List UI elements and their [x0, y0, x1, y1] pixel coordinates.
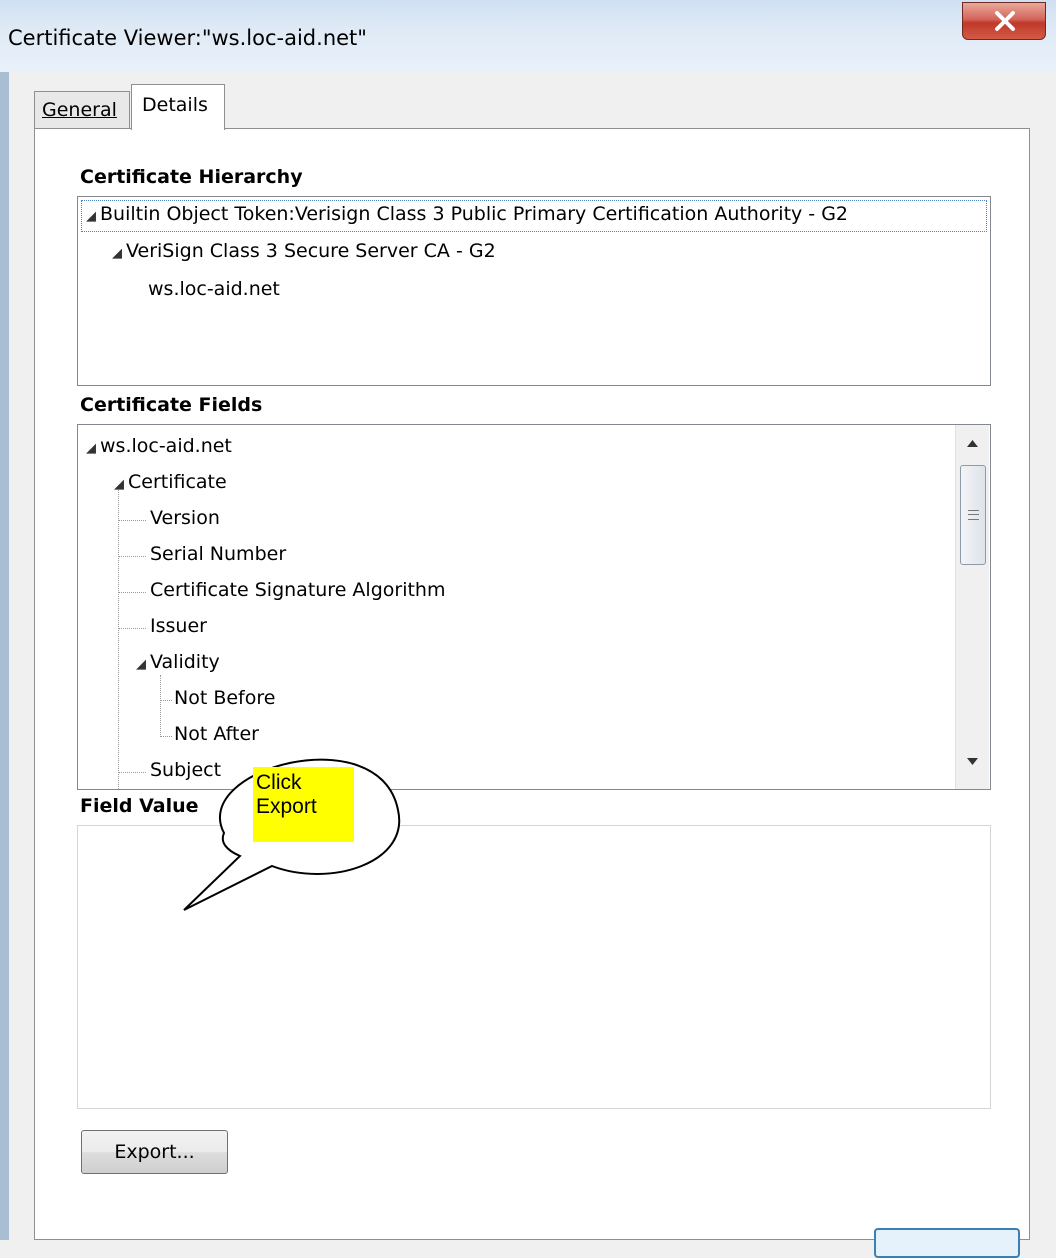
tree-connector: [118, 772, 146, 773]
tree-connector: [160, 675, 161, 737]
callout-highlight: Click Export: [253, 767, 354, 842]
tab-details-label: Details: [142, 94, 208, 116]
expanded-triangle-icon: ◢: [136, 657, 146, 672]
tree-item-leaf-cert[interactable]: ws.loc-aid.net: [148, 278, 280, 300]
tree-item-label: ws.loc-aid.net: [100, 435, 232, 457]
tree-connector: [118, 592, 146, 593]
certificate-fields-label: Certificate Fields: [80, 394, 263, 416]
callout-line-1: Click: [256, 771, 302, 794]
tree-item-label: Validity: [150, 651, 220, 673]
tree-item-serial-number[interactable]: Serial Number: [150, 543, 286, 565]
export-button-label: Export...: [114, 1141, 195, 1163]
tree-item-label: VeriSign Class 3 Secure Server CA - G2: [126, 240, 496, 262]
tree-item-validity[interactable]: ◢ Validity: [136, 651, 220, 673]
tree-item-label: ws.loc-aid.net: [148, 278, 280, 300]
tree-item-root-ca[interactable]: ◢ Builtin Object Token:Verisign Class 3 P…: [86, 203, 848, 225]
certificate-hierarchy-tree[interactable]: ◢ Builtin Object Token:Verisign Class 3 P…: [77, 196, 991, 386]
tree-item-issuer[interactable]: Issuer: [150, 615, 207, 637]
tree-item-version[interactable]: Version: [150, 507, 220, 529]
tree-item-intermediate-ca[interactable]: ◢ VeriSign Class 3 Secure Server CA - G2: [112, 240, 496, 262]
tree-item-signature-algorithm[interactable]: Certificate Signature Algorithm: [150, 579, 445, 601]
certificate-hierarchy-label: Certificate Hierarchy: [80, 166, 303, 188]
grip-icon: [968, 510, 979, 520]
tree-item-label: Certificate: [128, 471, 227, 493]
tab-details[interactable]: Details: [131, 84, 225, 130]
scroll-thumb[interactable]: [960, 465, 986, 565]
tree-item-certificate[interactable]: ◢ Certificate: [114, 471, 227, 493]
expanded-triangle-icon: ◢: [114, 477, 124, 492]
certificate-fields-tree[interactable]: ◢ ws.loc-aid.net ◢ Certificate Version Ser…: [77, 424, 991, 790]
tree-item-not-before[interactable]: Not Before: [174, 687, 275, 709]
tree-item-label: Certificate Signature Algorithm: [150, 579, 446, 601]
close-window-button[interactable]: [962, 2, 1046, 40]
scroll-up-arrow-icon[interactable]: [966, 439, 979, 448]
tab-general-label: General: [42, 99, 117, 121]
tree-item-ws-loc-aid-net[interactable]: ◢ ws.loc-aid.net: [86, 435, 232, 457]
tree-item-label: Builtin Object Token:Verisign Class 3 Pu…: [100, 203, 849, 225]
tree-connector: [118, 485, 119, 789]
tree-item-label: Version: [150, 507, 220, 529]
tree-item-label: Not Before: [174, 687, 276, 709]
background-window-edge: [0, 72, 9, 1240]
tree-item-label: Serial Number: [150, 543, 287, 565]
expanded-triangle-icon: ◢: [86, 209, 96, 224]
tab-general[interactable]: General: [34, 91, 130, 129]
fields-scrollbar[interactable]: [955, 425, 989, 789]
expanded-triangle-icon: ◢: [112, 246, 122, 261]
scroll-down-arrow-icon[interactable]: [966, 757, 979, 766]
close-icon: [995, 11, 1015, 31]
tree-connector: [118, 628, 146, 629]
tree-connector: [118, 520, 146, 521]
callout-line-2: Export: [256, 795, 317, 818]
tree-connector: [160, 700, 172, 701]
tree-connector: [118, 556, 146, 557]
tree-connector: [160, 736, 172, 737]
dialog-close-button[interactable]: [874, 1228, 1020, 1258]
export-button[interactable]: Export...: [81, 1130, 228, 1174]
tree-item-label: Issuer: [150, 615, 207, 637]
expanded-triangle-icon: ◢: [86, 441, 96, 456]
title-bar: Certificate Viewer:"ws.loc-aid.net": [0, 0, 1056, 72]
window-title: Certificate Viewer:"ws.loc-aid.net": [8, 26, 367, 50]
